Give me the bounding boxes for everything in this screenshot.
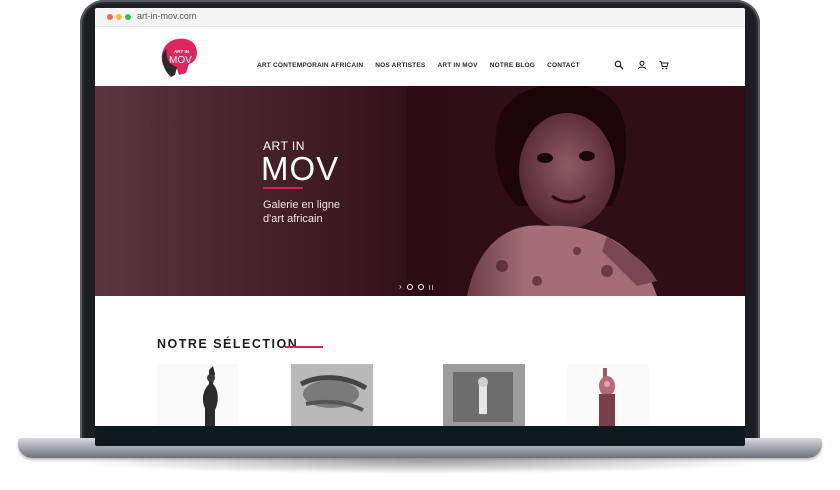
hero-banner: ART IN MOV Galerie en ligne d'art africa… [95, 86, 745, 296]
nav-item-notre-blog[interactable]: NOTRE BLOG [490, 62, 535, 69]
nav-item-nos-artistes[interactable]: NOS ARTISTES [375, 62, 425, 69]
section-accent-rule [285, 346, 323, 348]
footer-strip [95, 426, 745, 446]
slider-dot-2[interactable] [417, 284, 424, 290]
nav-item-art-in-mov[interactable]: ART IN MOV [437, 62, 477, 69]
hero-subtitle: Galerie en ligne d'art africain [263, 198, 373, 226]
slider-dot-1[interactable] [406, 284, 413, 290]
slider-next-arrow-icon[interactable]: › [399, 283, 402, 291]
artwork-thumb-1[interactable] [157, 364, 239, 426]
nav-item-contact[interactable]: CONTACT [547, 62, 580, 69]
address-bar-url[interactable]: art-in-mov.com [137, 11, 196, 21]
slider-controls: › [399, 283, 433, 291]
hero-subtitle-line1: Galerie en ligne [263, 199, 341, 211]
maximize-window-dot[interactable] [125, 14, 131, 20]
hero-accent-rule [263, 187, 303, 189]
nav-item-art-contemporain[interactable]: ART CONTEMPORAIN AFRICAIN [257, 62, 363, 69]
slider-pause-icon[interactable] [428, 284, 433, 290]
main-nav: ART CONTEMPORAIN AFRICAIN NOS ARTISTES A… [257, 62, 580, 69]
laptop-screen: art-in-mov.com ART IN MOV ART CONTEMPORA… [95, 8, 745, 446]
artwork-thumb-2[interactable] [291, 364, 373, 426]
user-icon[interactable] [637, 60, 647, 70]
cart-icon[interactable] [659, 60, 669, 70]
hero-title: MOV [261, 150, 340, 187]
hero-child-photo [407, 86, 745, 296]
search-icon[interactable] [614, 60, 624, 70]
logo-small-text: ART IN [174, 49, 189, 54]
artwork-thumb-4[interactable] [567, 364, 649, 426]
section-title: NOTRE SÉLECTION [157, 337, 299, 351]
close-window-dot[interactable] [107, 14, 113, 20]
artwork-thumb-3[interactable] [443, 364, 525, 426]
hero-subtitle-line2: d'art africain [263, 213, 323, 225]
logo-mark: ART IN MOV [161, 38, 197, 77]
logo-big-text: MOV [169, 55, 192, 66]
site-logo[interactable]: ART IN MOV [153, 35, 209, 81]
browser-bar: art-in-mov.com [95, 8, 745, 27]
minimize-window-dot[interactable] [116, 14, 122, 20]
site-header: ART IN MOV ART CONTEMPORAIN AFRICAIN NOS… [95, 27, 745, 86]
